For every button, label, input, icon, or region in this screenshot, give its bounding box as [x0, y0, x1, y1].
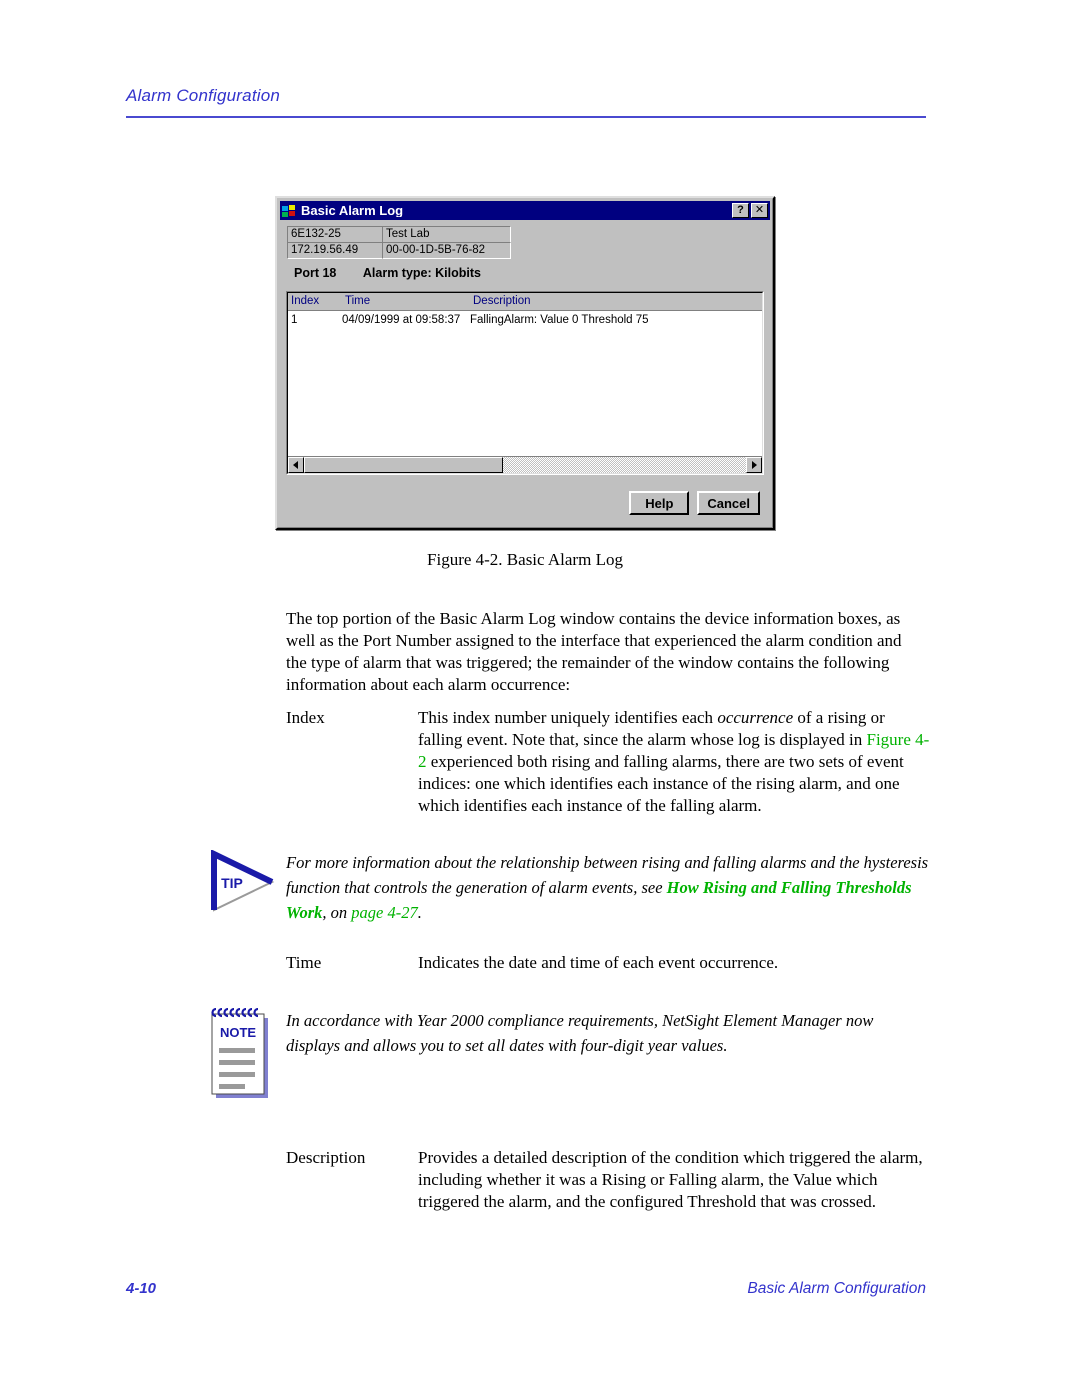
alarm-type-label: Alarm type: Kilobits [362, 266, 481, 280]
dialog-title: Basic Alarm Log [301, 204, 404, 217]
scroll-right-arrow-icon[interactable] [746, 457, 762, 473]
definition-description: Description Provides a detailed descript… [286, 1147, 930, 1213]
page-header: Alarm Configuration [126, 86, 926, 106]
definition-body-description: Provides a detailed description of the c… [418, 1148, 923, 1211]
note-text: In accordance with Year 2000 compliance … [286, 1011, 874, 1055]
windows-logo-icon [282, 204, 297, 218]
definition-term-index: Index [286, 708, 325, 727]
column-header-index[interactable]: Index [288, 293, 342, 310]
definition-term-time: Time [286, 953, 322, 972]
tip-link-page[interactable]: page 4-27 [351, 903, 417, 922]
tip-admonition: TIP For more information about the relat… [208, 850, 930, 925]
page-number: 4-10 [126, 1280, 157, 1297]
port-label: Port 18 [294, 266, 337, 280]
definition-body-index: This index number uniquely identifies ea… [418, 707, 930, 817]
figure-caption: Figure 4-2. Basic Alarm Log [427, 550, 623, 569]
dialog-inner-frame: Basic Alarm Log ? ✕ 6E132-25 Test Lab 17… [277, 198, 773, 528]
svg-text:NOTE: NOTE [220, 1025, 256, 1040]
table-rows: 1 04/09/1999 at 09:58:37 FallingAlarm: V… [288, 311, 762, 456]
definition-body-time: Indicates the date and time of each even… [418, 953, 779, 972]
definition-index: Index This index number uniquely identif… [286, 707, 930, 817]
tip-text-3: . [417, 903, 422, 922]
definition-time: Time Indicates the date and time of each… [286, 952, 930, 974]
alarm-log-list-inner: Index Time Description 1 04/09/1999 at 0… [287, 292, 763, 474]
cell-index: 1 [291, 314, 298, 326]
horizontal-scrollbar[interactable] [288, 456, 762, 473]
index-text-1: This index number uniquely identifies ea… [418, 708, 718, 727]
device-location-field[interactable]: Test Lab [382, 226, 511, 243]
intro-paragraph: The top portion of the Basic Alarm Log w… [286, 609, 902, 694]
column-header-time[interactable]: Time [342, 293, 470, 310]
page-footer: 4-10 Basic Alarm Configuration [126, 1280, 926, 1298]
dialog-titlebar[interactable]: Basic Alarm Log ? ✕ [280, 201, 770, 220]
device-info-boxes: 6E132-25 Test Lab 172.19.56.49 00-00-1D-… [287, 226, 511, 259]
device-mac-field[interactable]: 00-00-1D-5B-76-82 [382, 242, 511, 259]
svg-text:TIP: TIP [221, 875, 243, 891]
note-admonition: NOTE In accordance with Year 2000 compli… [208, 1008, 930, 1102]
scrollbar-track[interactable] [304, 457, 746, 473]
page-header-divider [126, 116, 926, 118]
titlebar-buttons: ? ✕ [732, 203, 768, 218]
tip-text: For more information about the relations… [286, 850, 930, 925]
device-ip-field[interactable]: 172.19.56.49 [287, 242, 383, 259]
note-icon: NOTE [208, 1008, 272, 1102]
close-icon[interactable]: ✕ [751, 203, 768, 218]
tip-text-2: , on [322, 903, 352, 922]
tip-icon: TIP [208, 850, 278, 916]
dialog-body: 6E132-25 Test Lab 172.19.56.49 00-00-1D-… [280, 220, 770, 525]
alarm-log-list: Index Time Description 1 04/09/1999 at 0… [286, 291, 764, 475]
table-column-headers: Index Time Description [288, 293, 762, 311]
page-header-title: Alarm Configuration [126, 86, 281, 105]
port-and-alarm-type: Port 18 Alarm type: Kilobits [294, 266, 764, 280]
cell-description: FallingAlarm: Value 0 Threshold 75 [470, 314, 649, 326]
cancel-button[interactable]: Cancel [697, 491, 760, 515]
device-name-field[interactable]: 6E132-25 [287, 226, 383, 243]
scrollbar-thumb[interactable] [304, 457, 503, 473]
scroll-left-arrow-icon[interactable] [288, 457, 304, 473]
index-italic-occurrence: occurrence [717, 708, 794, 727]
help-question-icon[interactable]: ? [732, 203, 749, 218]
column-header-description[interactable]: Description [470, 293, 762, 310]
index-text-3: experienced both rising and falling alar… [418, 752, 904, 815]
footer-section-title: Basic Alarm Configuration [747, 1280, 926, 1297]
table-row[interactable]: 1 04/09/1999 at 09:58:37 FallingAlarm: V… [288, 312, 762, 328]
cell-time: 04/09/1999 at 09:58:37 [342, 314, 461, 326]
definition-term-description: Description [286, 1148, 366, 1167]
basic-alarm-log-window: Basic Alarm Log ? ✕ 6E132-25 Test Lab 17… [275, 196, 775, 530]
dialog-button-bar: Help Cancel [286, 475, 764, 519]
help-button[interactable]: Help [629, 491, 690, 515]
